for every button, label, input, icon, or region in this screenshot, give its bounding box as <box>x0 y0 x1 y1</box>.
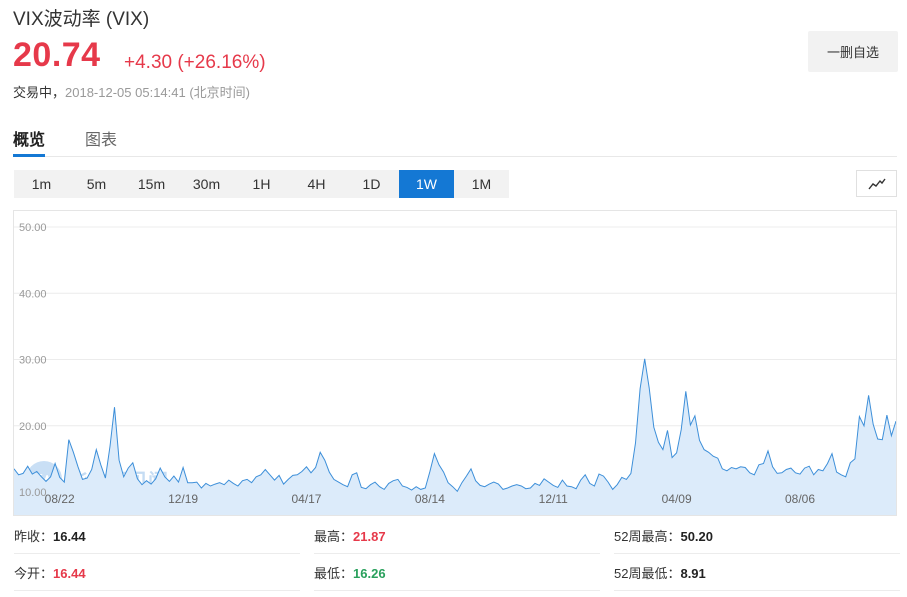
period-1mo[interactable]: 1M <box>454 170 509 198</box>
active-tab-indicator <box>13 154 45 157</box>
tab-chart[interactable]: 图表 <box>85 126 117 150</box>
stat-value: 16.44 <box>53 529 86 544</box>
stat-value: 16.26 <box>353 566 386 581</box>
tab-bar: 概览 图表 <box>13 118 897 157</box>
stat-52w-low: 52周最低：8.91 <box>614 555 900 591</box>
price-change: +4.30 (+26.16%) <box>124 52 266 73</box>
period-1h[interactable]: 1H <box>234 170 289 198</box>
chart-grid <box>14 226 896 493</box>
stat-label: 昨收： <box>14 529 54 544</box>
stat-high: 最高：21.87 <box>314 518 600 554</box>
x-tick-label: 08/06 <box>785 492 815 506</box>
chart-type-button[interactable] <box>856 170 897 197</box>
price-chart[interactable]: W 华尔街见闻 10.0020.0030.0040.0050.00 08/221… <box>13 210 897 516</box>
remove-watchlist-button[interactable]: 一删自选 <box>808 31 898 72</box>
stat-prev-close: 昨收：16.44 <box>14 518 300 554</box>
chart-svg: W 华尔街见闻 10.0020.0030.0040.0050.00 08/221… <box>14 222 896 515</box>
x-tick-label: 08/14 <box>415 492 445 506</box>
y-tick-label: 40.00 <box>19 288 47 300</box>
period-30m[interactable]: 30m <box>179 170 234 198</box>
stat-label: 最高： <box>314 529 354 544</box>
current-price: 20.74 <box>13 36 101 74</box>
x-tick-label: 04/09 <box>662 492 692 506</box>
y-tick-label: 30.00 <box>19 355 47 367</box>
stat-value: 8.91 <box>680 566 706 581</box>
period-1d[interactable]: 1D <box>344 170 399 198</box>
stat-value: 21.87 <box>353 529 386 544</box>
y-tick-label: 10.00 <box>19 487 47 499</box>
stat-label: 今开： <box>14 566 54 581</box>
period-4h[interactable]: 4H <box>289 170 344 198</box>
timestamp: 2018-12-05 05:14:41 (北京时间) <box>65 85 250 100</box>
stat-low: 最低：16.26 <box>314 555 600 591</box>
stat-52w-high: 52周最高：50.20 <box>614 518 900 554</box>
page-title: VIX波动率 (VIX) <box>13 9 150 30</box>
stat-label: 最低： <box>314 566 354 581</box>
y-axis-labels: 10.00 20.00 30.00 40.00 50.00 <box>19 222 47 499</box>
line-chart-icon <box>867 178 886 189</box>
period-1m[interactable]: 1m <box>14 170 69 198</box>
x-tick-label: 12/11 <box>539 492 568 506</box>
chart-area <box>14 358 896 515</box>
period-15m[interactable]: 15m <box>124 170 179 198</box>
status-label: 交易中， <box>13 85 66 100</box>
period-5m[interactable]: 5m <box>69 170 124 198</box>
x-tick-label: 04/17 <box>291 492 321 506</box>
stat-value: 50.20 <box>680 529 714 544</box>
stat-label: 52周最高： <box>614 529 681 544</box>
tab-overview[interactable]: 概览 <box>13 126 45 150</box>
y-tick-label: 50.00 <box>19 222 47 234</box>
stat-value: 16.44 <box>53 566 86 581</box>
x-tick-label: 12/19 <box>168 492 198 506</box>
period-1w[interactable]: 1W <box>399 170 454 198</box>
trading-status: 交易中，2018-12-05 05:14:41 (北京时间) <box>13 82 250 101</box>
period-selector: 1m 5m 15m 30m 1H 4H 1D 1W 1M <box>14 170 509 198</box>
stat-label: 52周最低： <box>614 566 681 581</box>
y-tick-label: 20.00 <box>19 421 47 433</box>
stat-open: 今开：16.44 <box>14 555 300 591</box>
x-tick-label: 08/22 <box>45 492 75 506</box>
